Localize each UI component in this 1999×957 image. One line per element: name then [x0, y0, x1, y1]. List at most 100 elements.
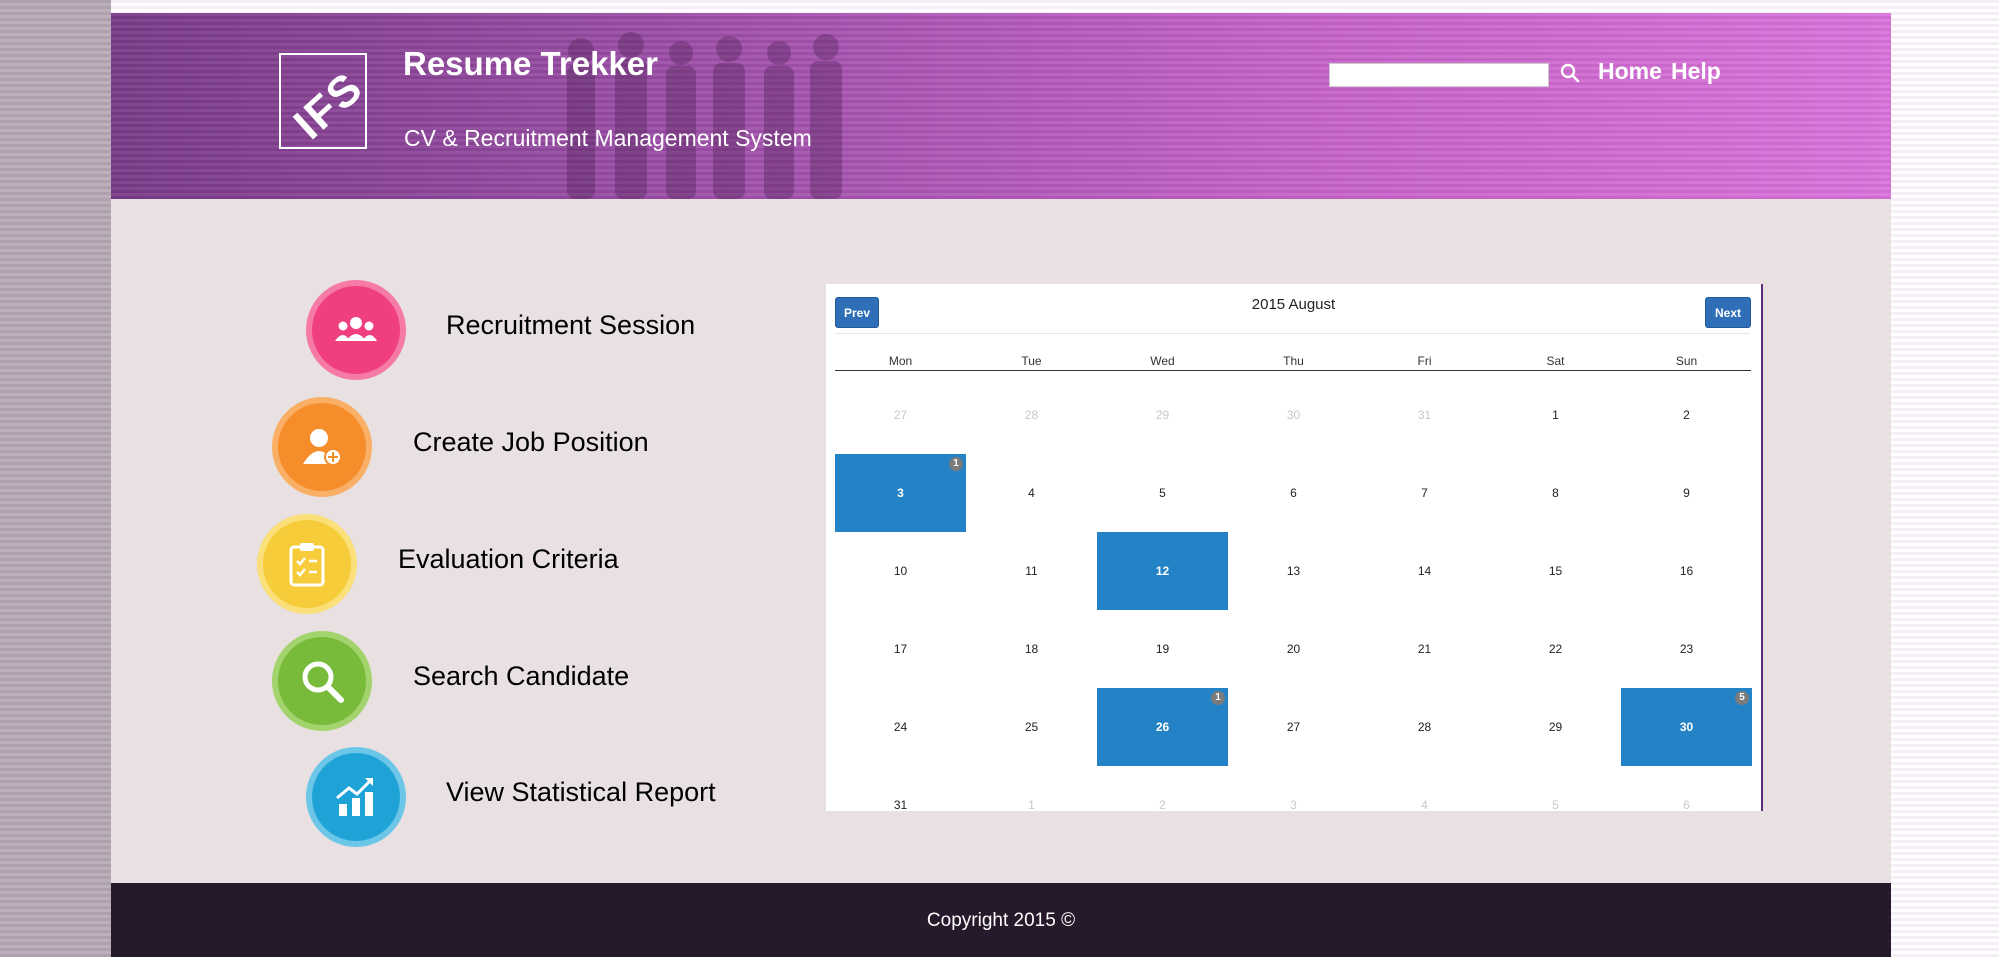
day-number: 4	[1028, 486, 1035, 500]
calendar-day[interactable]: 11	[966, 532, 1097, 610]
day-number: 2	[1683, 408, 1690, 422]
calendar-day[interactable]: 13	[1228, 532, 1359, 610]
day-number: 12	[1155, 564, 1170, 578]
calendar-day[interactable]: 4	[966, 454, 1097, 532]
calendar-day[interactable]: 29	[1490, 688, 1621, 766]
weekday-label: Sat	[1546, 354, 1565, 368]
day-number: 31	[1417, 408, 1432, 422]
nav-home-link[interactable]: Home	[1598, 58, 1662, 85]
day-number: 6	[1290, 486, 1297, 500]
calendar-day[interactable]: 15	[1490, 532, 1621, 610]
calendar-day[interactable]: 9	[1621, 454, 1752, 532]
nav-help-link[interactable]: Help	[1671, 58, 1721, 85]
calendar-day[interactable]: 1	[966, 766, 1097, 811]
footer-copyright: Copyright 2015 ©	[926, 910, 1076, 931]
day-number: 17	[893, 642, 908, 656]
day-number: 28	[1417, 720, 1432, 734]
day-number: 3	[897, 486, 904, 500]
calendar-day[interactable]: 8	[1490, 454, 1621, 532]
weekday-label: Tue	[1021, 354, 1042, 368]
logo-text: IFS	[284, 62, 367, 149]
calendar-day[interactable]: 19	[1097, 610, 1228, 688]
day-number: 16	[1679, 564, 1694, 578]
calendar-day[interactable]: 17	[835, 610, 966, 688]
calendar-day[interactable]: 14	[1359, 532, 1490, 610]
search-input[interactable]	[1329, 63, 1549, 87]
menu-label: View Statistical Report	[446, 777, 716, 807]
footer: Copyright 2015 ©	[111, 883, 1891, 957]
weekday-label: Mon	[888, 354, 913, 368]
calendar-day[interactable]: 16	[1621, 532, 1752, 610]
people-group-icon	[335, 317, 377, 341]
day-number: 24	[893, 720, 908, 734]
calendar-day[interactable]: 2	[1097, 766, 1228, 811]
event-count-badge: 1	[949, 457, 963, 471]
menu-label: Evaluation Criteria	[398, 544, 619, 574]
calendar-day[interactable]: 31	[1359, 376, 1490, 454]
event-count-badge: 1	[1211, 691, 1225, 705]
magnifier-icon	[302, 661, 344, 703]
left-background-strip	[0, 0, 111, 957]
calendar-day[interactable]: 24	[835, 688, 966, 766]
menu-circle	[272, 631, 372, 731]
weekday-header-row: Mon Tue Wed Thu Fri Sat Sun	[835, 354, 1751, 371]
day-number: 8	[1552, 486, 1559, 500]
day-number: 1	[1028, 798, 1035, 811]
calendar-day[interactable]: 28	[966, 376, 1097, 454]
calendar-day-event[interactable]: 31	[835, 454, 966, 532]
calendar-day[interactable]: 28	[1359, 688, 1490, 766]
calendar-day[interactable]: 30	[1228, 376, 1359, 454]
app-subtitle: CV & Recruitment Management System	[404, 125, 812, 151]
calendar-day[interactable]: 5	[1490, 766, 1621, 811]
day-number: 1	[1552, 408, 1559, 422]
calendar-day[interactable]: 4	[1359, 766, 1490, 811]
weekday-label: Thu	[1283, 354, 1304, 368]
day-number: 9	[1683, 486, 1690, 500]
calendar-next-button[interactable]: Next	[1705, 297, 1751, 328]
calendar-day-event[interactable]: 12	[1097, 532, 1228, 610]
calendar-widget: Prev 2015 August Next Mon Tue Wed Thu Fr…	[826, 284, 1763, 811]
calendar-day[interactable]: 18	[966, 610, 1097, 688]
day-number: 18	[1024, 642, 1039, 656]
calendar-day[interactable]: 3	[1228, 766, 1359, 811]
calendar-day[interactable]: 27	[1228, 688, 1359, 766]
calendar-day-event[interactable]: 30 5	[1621, 688, 1752, 766]
calendar-day-event[interactable]: 26 1	[1097, 688, 1228, 766]
calendar-day[interactable]: 7	[1359, 454, 1490, 532]
calendar-day[interactable]: 10	[835, 532, 966, 610]
day-number: 3	[1290, 798, 1297, 811]
search-icon[interactable]	[1558, 61, 1582, 85]
calendar-day[interactable]: 20	[1228, 610, 1359, 688]
day-number: 26	[1155, 720, 1170, 734]
calendar-day[interactable]: 6	[1621, 766, 1752, 811]
day-number: 15	[1548, 564, 1563, 578]
calendar-day[interactable]: 31	[835, 766, 966, 811]
day-number: 29	[1548, 720, 1563, 734]
day-number: 19	[1155, 642, 1170, 656]
calendar-day[interactable]: 5	[1097, 454, 1228, 532]
calendar-day[interactable]: 6	[1228, 454, 1359, 532]
day-number: 20	[1286, 642, 1301, 656]
calendar-day[interactable]: 2	[1621, 376, 1752, 454]
calendar-day[interactable]: 21	[1359, 610, 1490, 688]
day-number: 27	[1286, 720, 1301, 734]
calendar-day[interactable]: 25	[966, 688, 1097, 766]
day-number: 2	[1159, 798, 1166, 811]
menu-label: Create Job Position	[413, 427, 649, 457]
clipboard-checklist-icon	[289, 543, 325, 587]
weekday-label: Fri	[1417, 354, 1432, 368]
menu-label: Recruitment Session	[446, 310, 696, 340]
calendar-day[interactable]: 1	[1490, 376, 1621, 454]
day-number: 22	[1548, 642, 1563, 656]
day-number: 21	[1417, 642, 1432, 656]
day-number: 31	[893, 798, 908, 811]
day-number: 6	[1683, 798, 1690, 811]
event-count-badge: 5	[1735, 691, 1749, 705]
calendar-day[interactable]: 27	[835, 376, 966, 454]
calendar-day[interactable]: 29	[1097, 376, 1228, 454]
calendar-day[interactable]: 23	[1621, 610, 1752, 688]
day-number: 5	[1159, 486, 1166, 500]
menu-circle	[257, 514, 357, 614]
calendar-day[interactable]: 22	[1490, 610, 1621, 688]
day-number: 25	[1024, 720, 1039, 734]
